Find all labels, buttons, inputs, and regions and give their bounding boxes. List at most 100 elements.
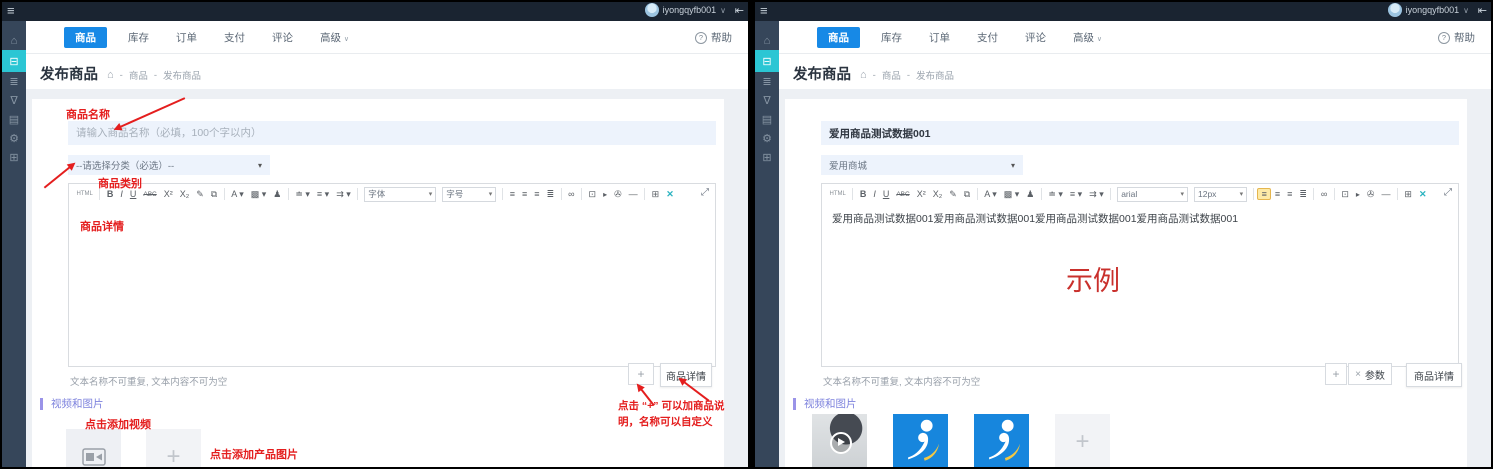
home-icon[interactable]: ⌂ <box>755 31 779 50</box>
align-left-icon[interactable]: ≡ <box>1257 188 1271 200</box>
product-name-input[interactable] <box>821 121 1459 145</box>
tab-payment[interactable]: 支付 <box>224 30 245 45</box>
font-color-icon[interactable]: A ▾ <box>228 189 248 200</box>
user-menu[interactable]: iyongqyfb001 ∨ <box>645 3 726 17</box>
strikethrough-icon[interactable]: ABC <box>140 191 160 198</box>
line-height-icon[interactable]: ≐ ▾ <box>292 189 314 200</box>
settings-icon[interactable]: ⚙ <box>2 129 26 148</box>
menu-icon[interactable]: ≡ <box>7 3 15 18</box>
image-thumbnail[interactable] <box>893 414 948 467</box>
tab-orders[interactable]: 订单 <box>176 30 197 45</box>
tab-comments[interactable]: 评论 <box>272 30 293 45</box>
menu-icon[interactable]: ≡ <box>760 3 768 18</box>
image-upload-icon[interactable]: ⊡ <box>585 189 600 200</box>
paste-icon[interactable]: ⧉ <box>207 189 220 200</box>
strikethrough-icon[interactable]: ABC <box>893 191 913 198</box>
video-upload-placeholder[interactable] <box>66 429 121 467</box>
align-right-icon[interactable]: ≡ <box>1284 189 1296 199</box>
tab-products[interactable]: 商品 <box>64 27 107 48</box>
plugin-icon[interactable]: ✕ <box>1415 189 1430 200</box>
cart-icon[interactable]: ∇ <box>2 91 26 110</box>
home-icon[interactable]: ⌂ <box>2 31 26 50</box>
attachment-icon[interactable]: ✇ <box>611 189 626 200</box>
tab-inventory[interactable]: 库存 <box>881 30 902 45</box>
align-left-icon[interactable]: ≡ <box>506 189 518 199</box>
font-size-select[interactable]: 12px▾ <box>1194 187 1247 202</box>
breadcrumb-item[interactable]: 商品 <box>882 68 901 82</box>
superscript-icon[interactable]: X² <box>913 189 929 199</box>
bg-color-icon[interactable]: ▩ ▾ <box>247 189 270 200</box>
tab-advanced[interactable]: 高级 ∨ <box>1073 30 1102 45</box>
video-thumbnail[interactable] <box>812 414 867 467</box>
list-icon[interactable]: ≣ <box>2 72 26 91</box>
editor-content[interactable] <box>69 204 715 366</box>
video-upload-icon[interactable]: ▸ <box>600 190 611 199</box>
attachment-icon[interactable]: ✇ <box>1363 189 1378 200</box>
hr-icon[interactable]: — <box>625 189 641 199</box>
product-name-input[interactable] <box>68 121 716 145</box>
image-upload-icon[interactable]: ⊡ <box>1338 189 1353 200</box>
align-justify-icon[interactable]: ≣ <box>543 189 558 200</box>
help-button[interactable]: ? 帮助 <box>695 30 732 45</box>
alignment-menu-icon[interactable]: ≡ ▾ <box>1066 189 1085 200</box>
user-menu[interactable]: iyongqyfb001 ∨ <box>1388 3 1469 17</box>
category-select[interactable]: --请选择分类（必选）-- ▾ <box>68 155 270 175</box>
subscript-icon[interactable]: X₂ <box>929 189 946 199</box>
html-source-icon[interactable]: HTML <box>73 191 96 197</box>
editor-content[interactable]: 爱用商品测试数据001爱用商品测试数据001爱用商品测试数据001爱用商品测试数… <box>822 204 1458 366</box>
site-editor-icon[interactable]: ⊟ <box>2 50 26 72</box>
settings-icon[interactable]: ⚙ <box>755 129 779 148</box>
bg-color-icon[interactable]: ▩ ▾ <box>1000 189 1023 200</box>
add-detail-tab-button[interactable]: + <box>1325 363 1347 385</box>
fullscreen-icon[interactable]: ⤢ <box>701 187 709 198</box>
align-center-icon[interactable]: ≡ <box>519 189 531 199</box>
bold-icon[interactable]: B <box>856 189 870 199</box>
link-icon[interactable]: ∞ <box>1317 189 1330 199</box>
underline-icon[interactable]: U <box>879 189 893 199</box>
format-brush-icon[interactable]: ✎ <box>946 189 961 200</box>
image-upload-placeholder[interactable]: + <box>146 429 201 467</box>
product-detail-tab[interactable]: 商品详情 <box>1406 363 1462 387</box>
align-center-icon[interactable]: ≡ <box>1271 189 1283 199</box>
image-thumbnail[interactable] <box>974 414 1029 467</box>
superscript-icon[interactable]: X² <box>160 189 176 199</box>
home-icon[interactable]: ⌂ <box>860 69 867 81</box>
param-tab[interactable]: × 参数 <box>1348 363 1392 385</box>
table-icon[interactable]: ⊞ <box>1401 189 1416 200</box>
align-right-icon[interactable]: ≡ <box>531 189 543 199</box>
tab-comments[interactable]: 评论 <box>1025 30 1046 45</box>
fullscreen-icon[interactable]: ⤢ <box>1444 187 1452 198</box>
clear-format-icon[interactable]: ♟ <box>270 189 285 200</box>
site-editor-icon[interactable]: ⊟ <box>755 50 779 72</box>
italic-icon[interactable]: I <box>870 189 880 199</box>
tab-orders[interactable]: 订单 <box>929 30 950 45</box>
hr-icon[interactable]: — <box>1378 189 1394 199</box>
font-color-icon[interactable]: A ▾ <box>981 189 1001 200</box>
link-icon[interactable]: ∞ <box>565 189 578 199</box>
logout-icon[interactable]: ⇤ <box>735 4 744 17</box>
font-family-select[interactable]: 字体▾ <box>364 187 436 202</box>
subscript-icon[interactable]: X₂ <box>176 189 193 199</box>
list-menu-icon[interactable]: ⇉ ▾ <box>1086 189 1108 200</box>
table-icon[interactable]: ⊞ <box>648 189 663 200</box>
close-icon[interactable]: × <box>1355 369 1361 380</box>
format-brush-icon[interactable]: ✎ <box>193 189 208 200</box>
apps-icon[interactable]: ⊞ <box>2 148 26 167</box>
category-select[interactable]: 爱用商城 ▾ <box>821 155 1023 175</box>
tab-advanced[interactable]: 高级 ∨ <box>320 30 349 45</box>
tab-products[interactable]: 商品 <box>817 27 860 48</box>
video-upload-icon[interactable]: ▸ <box>1352 190 1363 199</box>
cart-icon[interactable]: ∇ <box>755 91 779 110</box>
tab-inventory[interactable]: 库存 <box>128 30 149 45</box>
breadcrumb-item[interactable]: 商品 <box>129 68 148 82</box>
image-manager-icon[interactable]: ▤ <box>755 110 779 129</box>
alignment-menu-icon[interactable]: ≡ ▾ <box>313 189 332 200</box>
font-family-select[interactable]: arial▾ <box>1117 187 1188 202</box>
list-icon[interactable]: ≣ <box>755 72 779 91</box>
tab-payment[interactable]: 支付 <box>977 30 998 45</box>
add-image-button[interactable]: + <box>1055 414 1110 467</box>
list-menu-icon[interactable]: ⇉ ▾ <box>333 189 355 200</box>
clear-format-icon[interactable]: ♟ <box>1023 189 1038 200</box>
html-source-icon[interactable]: HTML <box>826 191 849 197</box>
help-button[interactable]: ? 帮助 <box>1438 30 1475 45</box>
